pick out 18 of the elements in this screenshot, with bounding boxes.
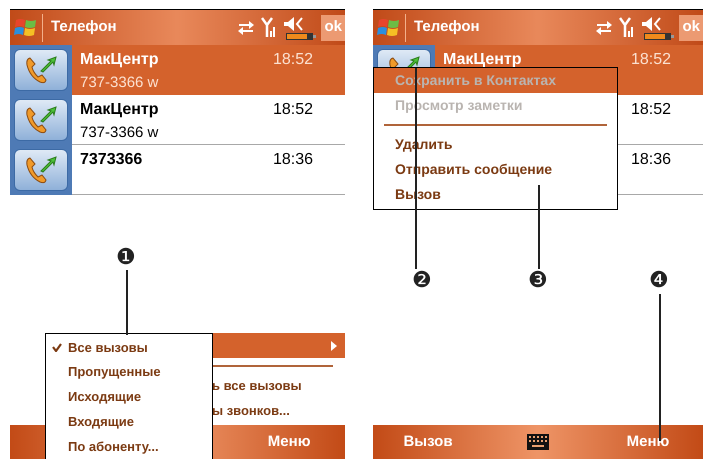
window-title: Телефон xyxy=(414,17,480,38)
callout-number: ❷ xyxy=(412,270,432,292)
callout-number: ❶ xyxy=(116,247,136,269)
call-time: 18:52 xyxy=(272,100,313,120)
caller-name: МакЦентр xyxy=(443,50,522,70)
caller-name: 7373366 xyxy=(80,150,142,170)
call-time: 18:52 xyxy=(630,100,671,120)
callout-number: ❹ xyxy=(649,270,669,292)
phone-number: 737-3366 w xyxy=(80,73,160,93)
call-time: 18:36 xyxy=(272,150,313,170)
phone-number: 737-3366 w xyxy=(80,123,160,143)
window-title: Телефон xyxy=(51,17,117,38)
caller-name: МакЦентр xyxy=(80,50,158,70)
call-time: 18:36 xyxy=(630,150,671,170)
call-time: 18:52 xyxy=(272,50,313,70)
call-time: 18:52 xyxy=(630,50,671,70)
caller-name: МакЦентр xyxy=(80,100,158,120)
callout-number: ❸ xyxy=(528,270,548,292)
